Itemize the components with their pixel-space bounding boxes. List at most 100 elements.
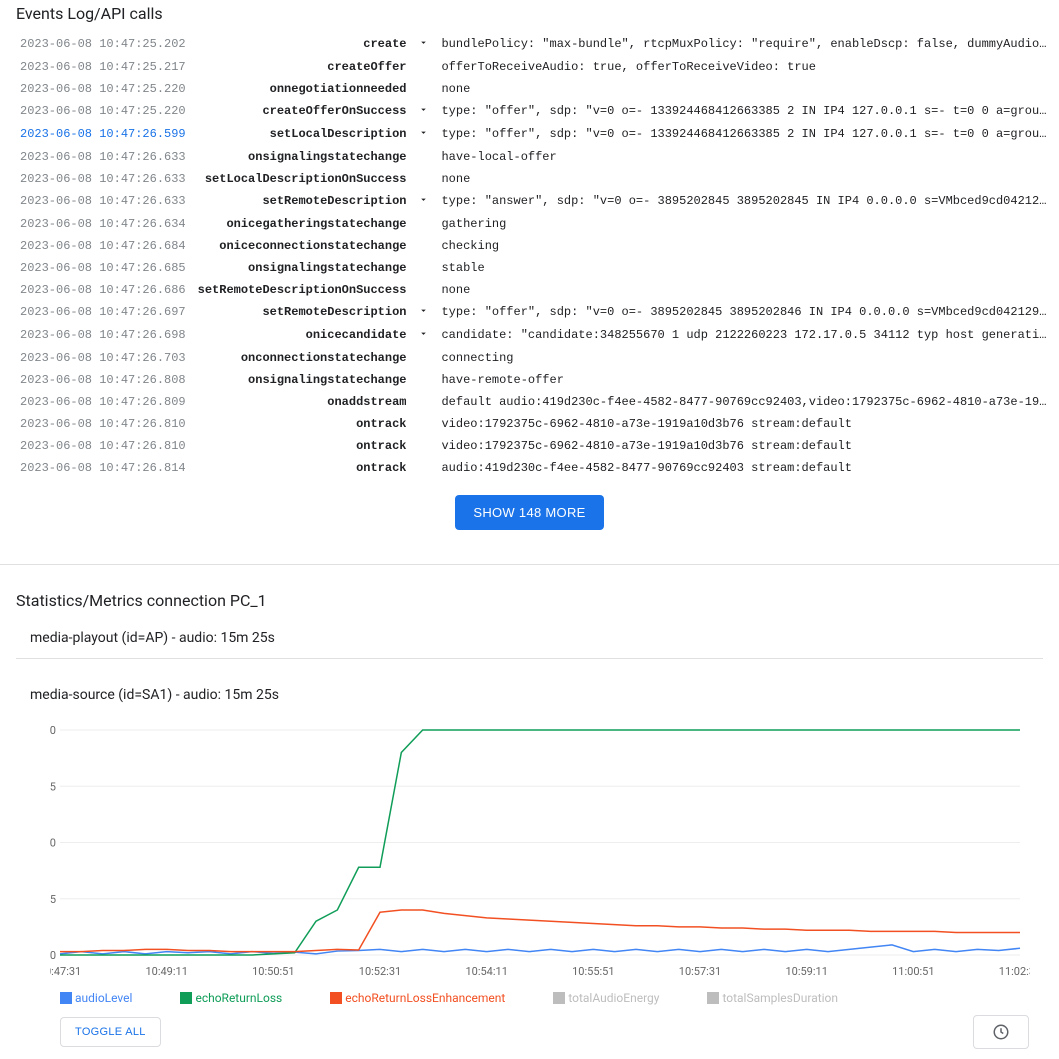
- event-row[interactable]: 2023-06-08 10:47:26.686setRemoteDescript…: [0, 279, 1059, 301]
- expand-arrow-icon[interactable]: [412, 33, 435, 56]
- expand-arrow-icon: [412, 168, 435, 190]
- event-timestamp: 2023-06-08 10:47:25.217: [0, 56, 192, 78]
- legend-label: echoReturnLossEnhancement: [345, 991, 505, 1005]
- event-timestamp: 2023-06-08 10:47:26.684: [0, 235, 192, 257]
- event-timestamp: 2023-06-08 10:47:25.202: [0, 33, 192, 56]
- event-row[interactable]: 2023-06-08 10:47:26.810ontrackvideo:1792…: [0, 435, 1059, 457]
- expand-arrow-icon[interactable]: [412, 301, 435, 324]
- event-row[interactable]: 2023-06-08 10:47:26.633setLocalDescripti…: [0, 168, 1059, 190]
- expand-arrow-icon[interactable]: [412, 100, 435, 123]
- svg-text:5: 5: [50, 893, 56, 906]
- legend-item[interactable]: audioLevel: [60, 991, 132, 1005]
- event-row[interactable]: 2023-06-08 10:47:26.634onicegatheringsta…: [0, 213, 1059, 235]
- expand-arrow-icon: [412, 435, 435, 457]
- svg-text:0: 0: [50, 949, 56, 962]
- event-name: onicecandidate: [192, 324, 413, 347]
- event-row[interactable]: 2023-06-08 10:47:26.633onsignalingstatec…: [0, 146, 1059, 168]
- event-timestamp: 2023-06-08 10:47:26.810: [0, 435, 192, 457]
- event-timestamp: 2023-06-08 10:47:26.809: [0, 391, 192, 413]
- expand-arrow-icon[interactable]: [412, 324, 435, 347]
- expand-arrow-icon: [412, 279, 435, 301]
- event-row[interactable]: 2023-06-08 10:47:25.217createOffer offerT…: [0, 56, 1059, 78]
- events-table: 2023-06-08 10:47:25.202createbundlePolic…: [0, 33, 1059, 479]
- legend-item[interactable]: echoReturnLoss: [180, 991, 282, 1005]
- event-row[interactable]: 2023-06-08 10:47:26.703onconnectionstate…: [0, 347, 1059, 369]
- legend-item[interactable]: totalAudioEnergy: [553, 991, 659, 1005]
- event-row[interactable]: 2023-06-08 10:47:26.810ontrack video:1792…: [0, 413, 1059, 435]
- svg-text:10:54:11: 10:54:11: [465, 965, 507, 978]
- event-row[interactable]: 2023-06-08 10:47:26.684oniceconnectionst…: [0, 235, 1059, 257]
- event-row[interactable]: 2023-06-08 10:47:25.202createbundlePolic…: [0, 33, 1059, 56]
- expand-arrow-icon: [412, 413, 435, 435]
- event-detail: gathering: [435, 213, 1059, 235]
- svg-text:10:59:11: 10:59:11: [785, 965, 827, 978]
- event-timestamp: 2023-06-08 10:47:26.599: [0, 123, 192, 146]
- event-detail: have-remote-offer: [435, 369, 1059, 391]
- event-name: ontrack: [192, 413, 413, 435]
- event-row[interactable]: 2023-06-08 10:47:26.633setRemoteDescript…: [0, 190, 1059, 213]
- legend-swatch: [553, 992, 565, 1004]
- legend-item[interactable]: totalSamplesDuration: [707, 991, 838, 1005]
- event-name: setLocalDescription: [192, 123, 413, 146]
- event-row[interactable]: 2023-06-08 10:47:26.599setLocalDescripti…: [0, 123, 1059, 146]
- svg-text:10:57:31: 10:57:31: [679, 965, 721, 978]
- event-timestamp: 2023-06-08 10:47:26.808: [0, 369, 192, 391]
- legend-item[interactable]: echoReturnLossEnhancement: [330, 991, 505, 1005]
- expand-arrow-icon: [412, 235, 435, 257]
- svg-text:10:50:51: 10:50:51: [252, 965, 294, 978]
- metric-source-title[interactable]: media-source (id=SA1) - audio: 15m 25s: [0, 687, 1059, 715]
- event-detail: type: "offer", sdp: "v=0 o=- 3895202845 …: [435, 301, 1059, 324]
- legend-label: echoReturnLoss: [195, 991, 282, 1005]
- event-detail: audio:419d230c-f4ee-4582-8477-90769cc924…: [435, 457, 1059, 479]
- event-row[interactable]: 2023-06-08 10:47:26.697setRemoteDescript…: [0, 301, 1059, 324]
- time-range-button[interactable]: [973, 1015, 1029, 1049]
- event-row[interactable]: 2023-06-08 10:47:26.814ontrackaudio:419d…: [0, 457, 1059, 479]
- metric-playout-title[interactable]: media-playout (id=AP) - audio: 15m 25s: [0, 630, 1059, 658]
- section-divider: [0, 564, 1059, 565]
- legend-swatch: [330, 992, 342, 1004]
- event-detail: type: "offer", sdp: "v=0 o=- 13392446841…: [435, 123, 1059, 146]
- legend-swatch: [180, 992, 192, 1004]
- event-name: onnegotiationneeded: [192, 78, 413, 100]
- event-name: onsignalingstatechange: [192, 257, 413, 279]
- svg-text:10: 10: [50, 837, 56, 850]
- event-row[interactable]: 2023-06-08 10:47:26.698onicecandidatecan…: [0, 324, 1059, 347]
- event-detail: have-local-offer: [435, 146, 1059, 168]
- event-detail: type: "offer", sdp: "v=0 o=- 13392446841…: [435, 100, 1059, 123]
- event-detail: video:1792375c-6962-4810-a73e-1919a10d3b…: [435, 413, 1059, 435]
- event-timestamp: 2023-06-08 10:47:26.633: [0, 190, 192, 213]
- event-name: onconnectionstatechange: [192, 347, 413, 369]
- event-timestamp: 2023-06-08 10:47:26.810: [0, 413, 192, 435]
- event-name: onsignalingstatechange: [192, 369, 413, 391]
- clock-icon: [992, 1023, 1010, 1041]
- event-row[interactable]: 2023-06-08 10:47:25.220createOfferOnSucc…: [0, 100, 1059, 123]
- expand-arrow-icon: [412, 146, 435, 168]
- event-row[interactable]: 2023-06-08 10:47:26.808onsignalingstatec…: [0, 369, 1059, 391]
- chart-container: 0510152010:47:3110:49:1110:50:5110:52:31…: [0, 715, 1059, 985]
- event-name: setRemoteDescription: [192, 190, 413, 213]
- event-timestamp: 2023-06-08 10:47:26.685: [0, 257, 192, 279]
- toggle-all-button[interactable]: TOGGLE ALL: [60, 1017, 161, 1047]
- event-detail: default audio:419d230c-f4ee-4582-8477-90…: [435, 391, 1059, 413]
- show-more-button[interactable]: SHOW 148 MORE: [455, 495, 603, 530]
- expand-arrow-icon: [412, 391, 435, 413]
- event-timestamp: 2023-06-08 10:47:26.703: [0, 347, 192, 369]
- event-detail: none: [435, 168, 1059, 190]
- legend-swatch: [707, 992, 719, 1004]
- event-row[interactable]: 2023-06-08 10:47:26.809onaddstreamdefaul…: [0, 391, 1059, 413]
- svg-text:20: 20: [50, 724, 56, 737]
- event-name: setRemoteDescriptionOnSuccess: [192, 279, 413, 301]
- event-timestamp: 2023-06-08 10:47:26.686: [0, 279, 192, 301]
- event-timestamp: 2023-06-08 10:47:25.220: [0, 78, 192, 100]
- event-detail: checking: [435, 235, 1059, 257]
- event-timestamp: 2023-06-08 10:47:26.697: [0, 301, 192, 324]
- expand-arrow-icon[interactable]: [412, 190, 435, 213]
- event-row[interactable]: 2023-06-08 10:47:26.685onsignalingstatec…: [0, 257, 1059, 279]
- event-row[interactable]: 2023-06-08 10:47:25.220onnegotiationneed…: [0, 78, 1059, 100]
- expand-arrow-icon[interactable]: [412, 123, 435, 146]
- event-detail: offerToReceiveAudio: true, offerToReceiv…: [435, 56, 1059, 78]
- event-detail: bundlePolicy: "max-bundle", rtcpMuxPolic…: [435, 33, 1059, 56]
- event-name: setLocalDescriptionOnSuccess: [192, 168, 413, 190]
- expand-arrow-icon: [412, 257, 435, 279]
- event-name: createOffer: [192, 56, 413, 78]
